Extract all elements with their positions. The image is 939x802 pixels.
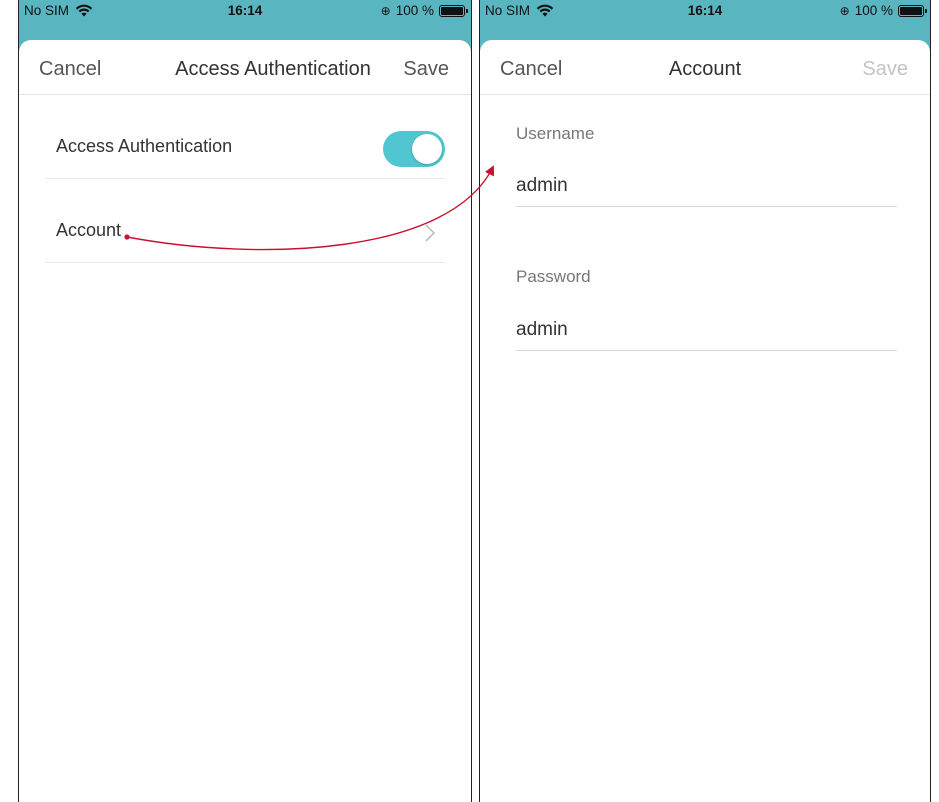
save-button[interactable]: Save [862,58,908,81]
battery-percent: 100 % [395,3,434,18]
toggle-knob [412,134,442,164]
battery-icon [898,4,927,17]
password-underline [516,350,897,351]
username-label: Username [516,124,595,143]
access-authentication-label: Access Authentication [56,136,233,156]
rotation-lock-icon: ⊕ [380,3,391,18]
account-label: Account [56,220,122,240]
nav-bar: Cancel Access Authentication Save [19,40,471,95]
username-input[interactable]: admin [516,175,568,197]
username-field[interactable]: Username admin [516,95,897,207]
battery-percent: 100 % [854,3,893,18]
save-button[interactable]: Save [403,58,449,81]
nav-bar: Cancel Account Save [480,40,930,95]
password-label: Password [516,267,591,286]
rotation-lock-icon: ⊕ [839,3,850,18]
battery-icon [439,4,468,17]
account-row[interactable]: Account [45,179,445,263]
battery-status: ⊕ 100 % [380,3,468,18]
modal-sheet: Cancel Account Save Username admin Passw… [480,40,930,802]
password-field[interactable]: Password admin [516,207,897,351]
status-bar: No SIM 16:14 ⊕ 100 % [480,0,930,40]
phone-screen-access-authentication: No SIM 16:14 ⊕ 100 % Cancel Access Authe… [18,0,472,802]
access-authentication-toggle[interactable] [383,131,445,167]
modal-sheet: Cancel Access Authentication Save Access… [19,40,471,802]
password-input[interactable]: admin [516,319,568,341]
chevron-right-icon [425,224,435,242]
battery-status: ⊕ 100 % [839,3,927,18]
phone-screen-account: No SIM 16:14 ⊕ 100 % Cancel Account Save… [479,0,931,802]
status-bar: No SIM 16:14 ⊕ 100 % [19,0,471,40]
access-authentication-row: Access Authentication [45,95,445,179]
